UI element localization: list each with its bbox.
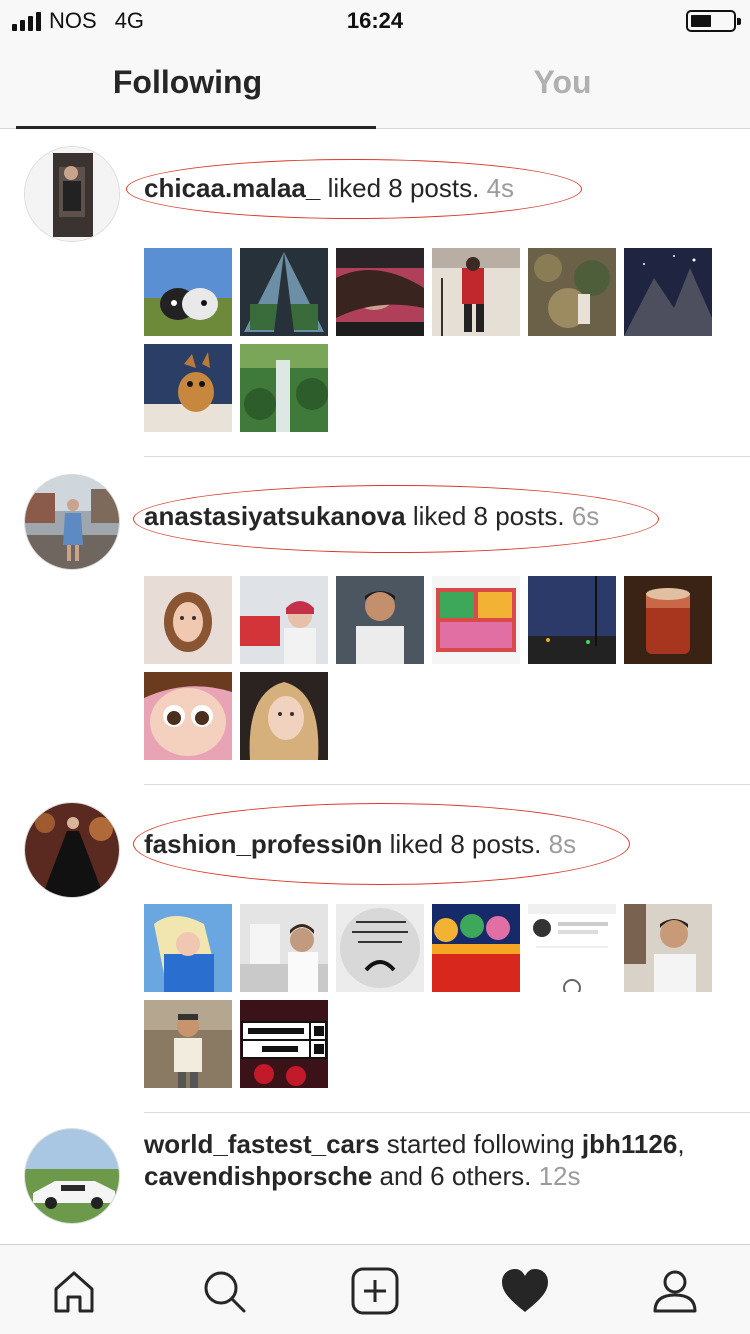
username-link[interactable]: world_fastest_cars <box>144 1129 380 1159</box>
post-thumbnail[interactable] <box>240 344 328 432</box>
post-thumbnail[interactable] <box>144 672 232 760</box>
post-thumbnail[interactable] <box>528 576 616 664</box>
liked-posts-grid <box>144 904 720 1088</box>
post-thumbnail[interactable] <box>240 904 328 992</box>
activity-heart-icon[interactable] <box>497 1263 553 1319</box>
annotation-ellipse <box>126 159 582 219</box>
list-separator: , <box>677 1129 685 1159</box>
tab-you[interactable]: You <box>375 64 750 101</box>
avatar[interactable] <box>24 802 120 898</box>
activity-action: started following <box>386 1129 575 1159</box>
clock: 16:24 <box>346 8 404 33</box>
post-thumbnail[interactable] <box>432 904 520 992</box>
post-thumbnail[interactable] <box>144 1000 232 1088</box>
liked-posts-grid <box>144 248 720 432</box>
target-username-link[interactable]: jbh1126 <box>582 1129 677 1159</box>
post-thumbnail[interactable] <box>240 576 328 664</box>
bottom-navigation <box>0 1244 750 1334</box>
annotation-ellipse <box>133 803 630 885</box>
status-bar: NOS 4G 16:24 <box>0 0 750 40</box>
home-icon[interactable] <box>46 1263 102 1319</box>
post-thumbnail[interactable] <box>624 248 712 336</box>
post-thumbnail[interactable] <box>240 672 328 760</box>
post-thumbnail[interactable] <box>240 248 328 336</box>
item-divider <box>144 784 750 785</box>
tab-following[interactable]: Following <box>0 64 375 101</box>
annotation-ellipse <box>133 485 659 553</box>
avatar[interactable] <box>24 146 120 242</box>
target-username-link[interactable]: cavendishporsche <box>144 1161 372 1191</box>
post-thumbnail[interactable] <box>528 904 616 992</box>
post-thumbnail[interactable] <box>624 904 712 992</box>
battery-icon <box>686 10 741 32</box>
item-divider <box>144 1112 750 1113</box>
post-thumbnail[interactable] <box>144 248 232 336</box>
post-thumbnail[interactable] <box>624 576 712 664</box>
post-thumbnail[interactable] <box>336 576 424 664</box>
activity-text: world_fastest_cars started following jbh… <box>144 1128 734 1192</box>
liked-posts-grid <box>144 576 720 760</box>
activity-feed[interactable]: chicaa.malaa_ liked 8 posts. 4s anastasi… <box>0 130 750 1244</box>
post-thumbnail[interactable] <box>432 248 520 336</box>
post-thumbnail[interactable] <box>144 904 232 992</box>
post-thumbnail[interactable] <box>336 248 424 336</box>
item-divider <box>144 456 750 457</box>
others-count: and 6 <box>379 1161 445 1191</box>
new-post-icon[interactable] <box>347 1263 403 1319</box>
search-icon[interactable] <box>196 1263 252 1319</box>
post-thumbnail[interactable] <box>240 1000 328 1088</box>
active-tab-indicator <box>16 126 376 129</box>
post-thumbnail[interactable] <box>528 248 616 336</box>
activity-time: 12s <box>538 1161 581 1191</box>
others-label: others. <box>451 1161 532 1191</box>
profile-icon[interactable] <box>647 1263 703 1319</box>
post-thumbnail[interactable] <box>432 576 520 664</box>
avatar[interactable] <box>24 474 120 570</box>
post-thumbnail[interactable] <box>336 904 424 992</box>
avatar[interactable] <box>24 1128 120 1224</box>
post-thumbnail[interactable] <box>144 344 232 432</box>
post-thumbnail[interactable] <box>144 576 232 664</box>
activity-tabs: Following You <box>0 40 750 129</box>
